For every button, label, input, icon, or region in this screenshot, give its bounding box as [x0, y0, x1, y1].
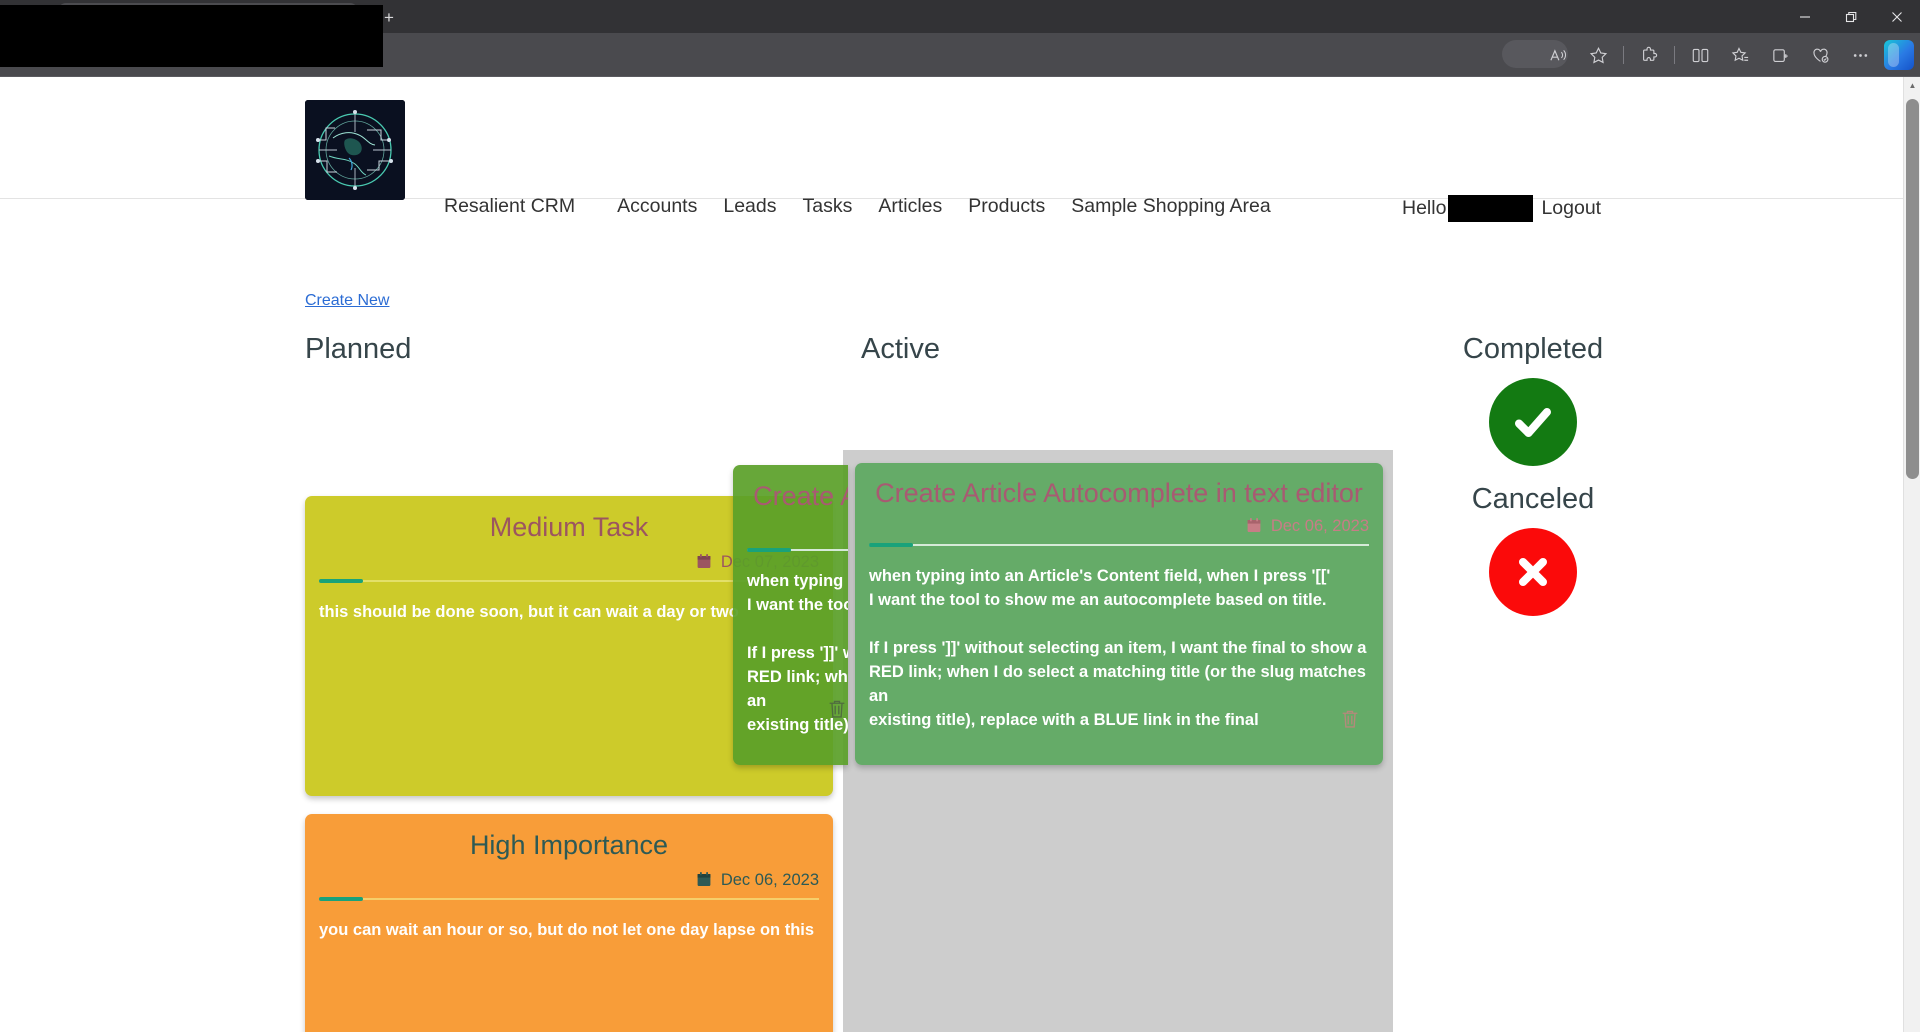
- progress-fill: [319, 897, 363, 901]
- column-header-planned: Planned: [305, 333, 833, 366]
- delete-card-icon[interactable]: [1341, 709, 1359, 735]
- card-due-date: Dec 06, 2023: [733, 512, 848, 541]
- globe-circuit-logo-icon: [305, 100, 405, 200]
- window-controls: [1782, 0, 1920, 33]
- completed-dropzone[interactable]: [1489, 378, 1577, 466]
- extensions-icon[interactable]: [1631, 37, 1667, 73]
- card-progress: [747, 545, 848, 554]
- toolbar-divider-2: [1674, 46, 1675, 64]
- card-due-date: Dec 06, 2023: [305, 861, 833, 890]
- card-date-text: Dec 06, 2023: [721, 871, 819, 889]
- card-body: when typing into an Article's Content fi…: [855, 549, 1383, 732]
- page-viewport: Resalient CRM Accounts Leads Tasks Artic…: [0, 77, 1920, 1032]
- favorite-star-icon[interactable]: [1580, 37, 1616, 73]
- restore-icon[interactable]: [1828, 0, 1874, 33]
- progress-track: [869, 544, 1369, 546]
- site-header: Resalient CRM Accounts Leads Tasks Artic…: [0, 77, 1920, 199]
- card-title: Create Article Autocomplete in text edit…: [855, 463, 1383, 507]
- kanban-board: Create New Planned Active Medium Task: [0, 199, 1920, 1032]
- progress-track: [319, 898, 819, 900]
- status-canceled: Canceled: [1403, 483, 1663, 616]
- close-icon[interactable]: [1874, 0, 1920, 33]
- card-body: you can wait an hour or so, but do not l…: [305, 903, 833, 943]
- create-new-link[interactable]: Create New: [305, 292, 389, 310]
- minimize-icon[interactable]: [1782, 0, 1828, 33]
- scrollbar-thumb[interactable]: [1906, 99, 1919, 479]
- page-scrollbar[interactable]: ▲: [1903, 77, 1920, 1032]
- card-progress: [869, 540, 1369, 549]
- status-label-canceled: Canceled: [1403, 483, 1663, 516]
- progress-fill: [747, 548, 791, 552]
- column-header-active: Active: [843, 333, 1393, 366]
- card-title: Create Article Autocomplete in text edit…: [733, 465, 848, 512]
- card-date-text: Dec 06, 2023: [1271, 517, 1369, 535]
- drag-ghost-inner: Create Article Autocomplete in text edit…: [733, 465, 848, 737]
- calendar-icon: [1247, 517, 1266, 535]
- status-completed: Completed: [1403, 333, 1663, 466]
- status-label-completed: Completed: [1403, 333, 1663, 366]
- card-title: High Importance: [305, 814, 833, 861]
- redacted-tab-region: [0, 5, 383, 67]
- progress-fill: [869, 543, 913, 547]
- toolbar-icon-group: [1538, 33, 1914, 77]
- site-logo[interactable]: [305, 100, 405, 200]
- settings-more-icon[interactable]: [1842, 37, 1878, 73]
- task-card-create-article-autocomplete[interactable]: Create Article Autocomplete in text edit…: [855, 463, 1383, 765]
- favorites-list-icon[interactable]: [1722, 37, 1758, 73]
- canceled-dropzone[interactable]: [1489, 528, 1577, 616]
- collections-icon[interactable]: [1762, 37, 1798, 73]
- browser-essentials-icon[interactable]: [1802, 37, 1838, 73]
- task-card-high-importance[interactable]: High Importance Dec 06, 2023: [305, 814, 833, 1032]
- scroll-up-arrow-icon[interactable]: ▲: [1904, 77, 1920, 94]
- copilot-icon[interactable]: [1884, 40, 1914, 70]
- card-due-date: Dec 06, 2023: [855, 507, 1383, 536]
- cross-icon: [1509, 548, 1557, 596]
- card-progress: [319, 894, 819, 903]
- read-aloud-icon[interactable]: [1540, 37, 1576, 73]
- calendar-icon: [697, 553, 716, 571]
- toolbar-divider: [1623, 46, 1624, 64]
- progress-fill: [319, 579, 363, 583]
- column-title-planned: Planned: [305, 333, 833, 366]
- column-title-active: Active: [843, 333, 1393, 366]
- check-icon: [1507, 396, 1559, 448]
- delete-card-icon: [828, 699, 846, 725]
- split-screen-icon[interactable]: [1682, 37, 1718, 73]
- browser-window: +: [0, 0, 1920, 1032]
- calendar-icon: [697, 871, 716, 889]
- task-card-drag-ghost: Create Article Autocomplete in text edit…: [733, 465, 848, 765]
